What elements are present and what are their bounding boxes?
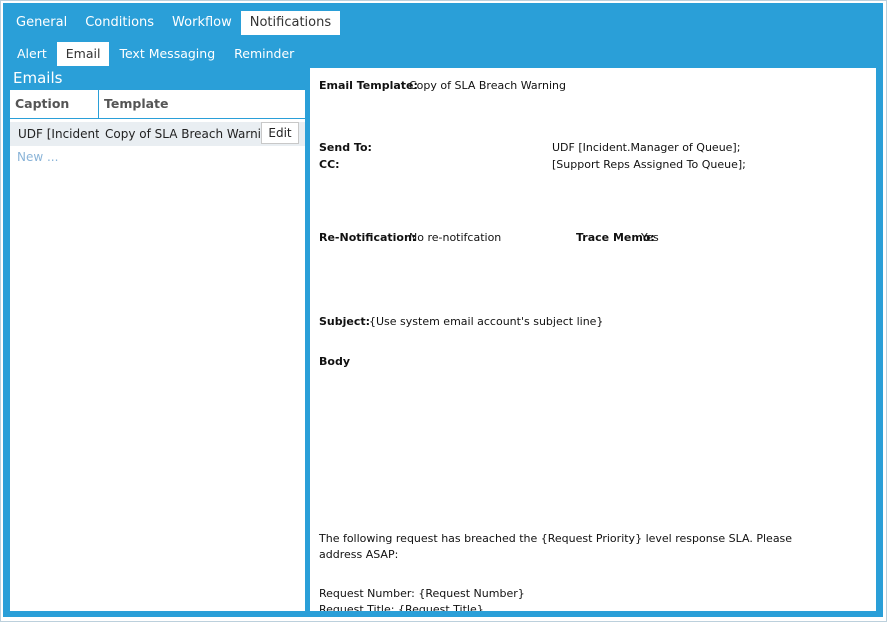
column-header-caption[interactable]: Caption [10, 90, 99, 118]
sub-tab-bar: Alert Email Text Messaging Reminder [8, 42, 303, 66]
tab-reminder[interactable]: Reminder [225, 42, 303, 66]
tab-email[interactable]: Email [56, 42, 110, 66]
notifications-window: General Conditions Workflow Notification… [3, 3, 883, 617]
tab-alert[interactable]: Alert [8, 42, 56, 66]
renotification-label: Re-Notification: [319, 231, 417, 244]
column-header-template[interactable]: Template [99, 90, 305, 118]
table-row[interactable]: UDF [Incident.Manager of Queue] Copy of … [10, 122, 305, 146]
subject-value: {Use system email account's subject line… [369, 315, 604, 328]
cc-value: [Support Reps Assigned To Queue]; [552, 158, 746, 171]
renotification-value: No re-notifcation [409, 231, 502, 244]
tab-workflow[interactable]: Workflow [163, 11, 241, 35]
email-template-label: Email Template: [319, 79, 418, 92]
body-label: Body [319, 355, 350, 368]
tab-notifications[interactable]: Notifications [240, 11, 341, 35]
body-paragraph: The following request has breached the {… [319, 532, 793, 561]
tab-general[interactable]: General [7, 11, 76, 35]
new-email-link[interactable]: New ... [10, 150, 58, 164]
body-request-title: Request Title: {Request Title} [319, 603, 484, 612]
emails-grid-header: Caption Template [9, 89, 306, 119]
emails-panel-title: Emails [9, 67, 306, 89]
body-request-number: Request Number: {Request Number} [319, 587, 525, 600]
cc-label: CC: [319, 158, 340, 171]
trace-memo-value: Yes [641, 231, 659, 244]
email-template-value: Copy of SLA Breach Warning [409, 79, 566, 92]
send-to-value: UDF [Incident.Manager of Queue]; [552, 141, 741, 154]
send-to-label: Send To: [319, 141, 372, 154]
subject-label: Subject: [319, 315, 371, 328]
tab-text-messaging[interactable]: Text Messaging [110, 42, 224, 66]
email-detail-panel: Email Template: Copy of SLA Breach Warni… [309, 67, 877, 612]
main-tab-bar: General Conditions Workflow Notification… [7, 11, 341, 35]
edit-button[interactable]: Edit [261, 122, 299, 144]
emails-panel: Emails Caption Template UDF [Incident.Ma… [9, 67, 306, 612]
row-caption-cell: UDF [Incident.Manager of Queue] [18, 127, 99, 141]
tab-conditions[interactable]: Conditions [76, 11, 163, 35]
